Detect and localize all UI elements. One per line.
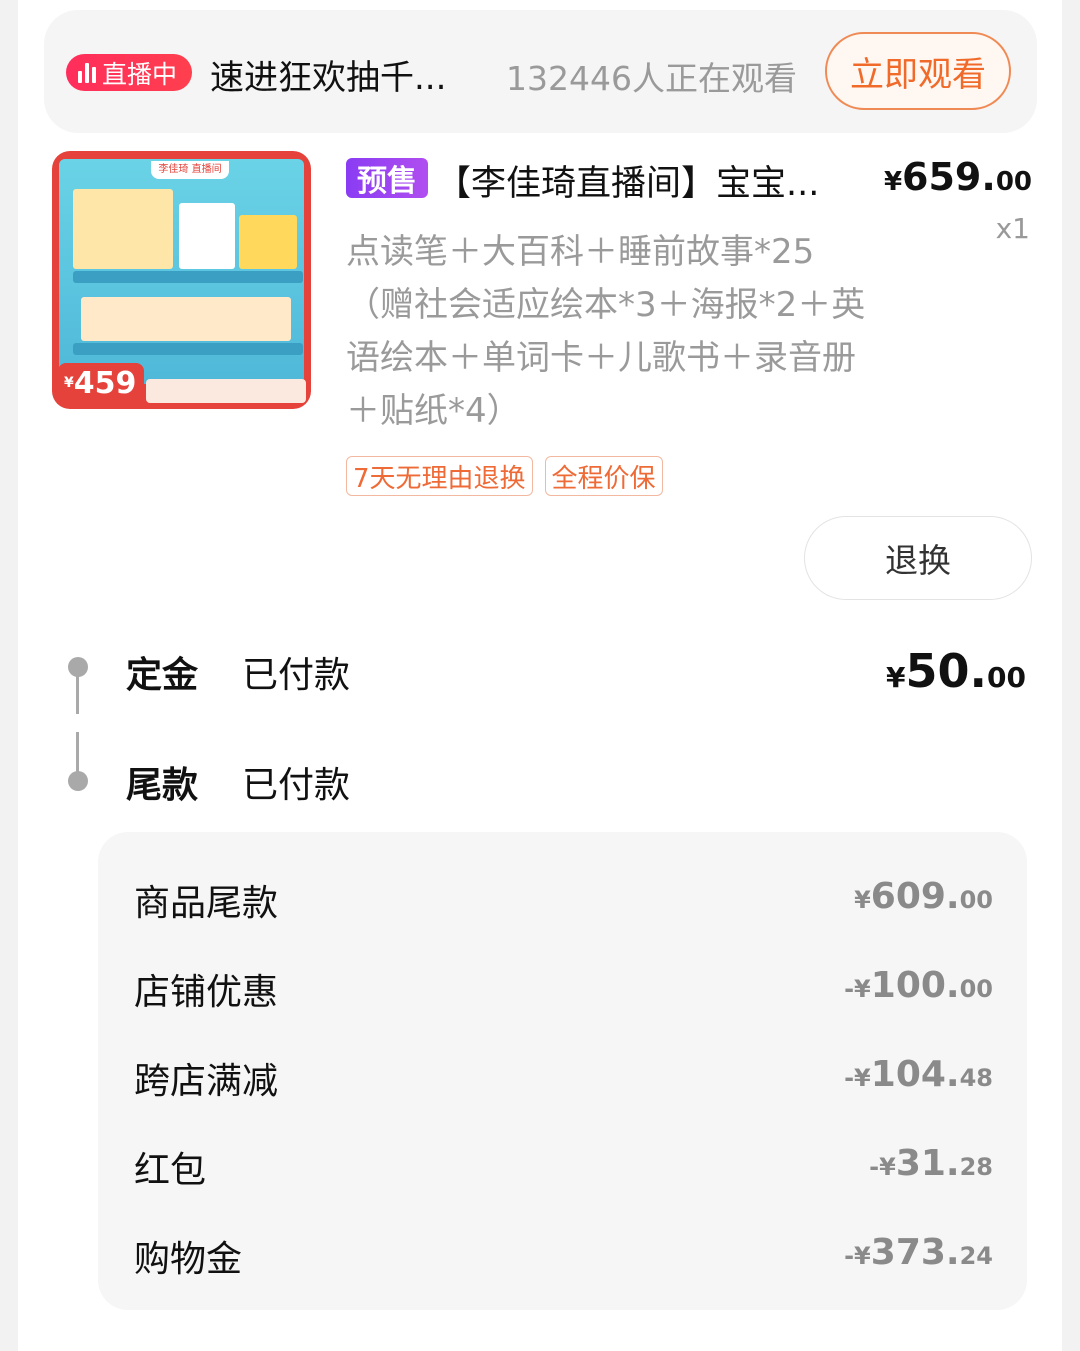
- breakdown-value: -¥31.28: [869, 1143, 993, 1184]
- book-illustration: [239, 215, 297, 269]
- product-price: ¥659.00: [884, 155, 1032, 199]
- live-title: 速进狂欢抽千...: [210, 58, 447, 98]
- breakdown-row: 跨店满减 -¥104.48: [98, 1044, 1027, 1104]
- breakdown-label: 店铺优惠: [134, 972, 279, 1013]
- deposit-cents: 00: [987, 661, 1026, 694]
- breakdown-integer: 31.: [895, 1143, 960, 1184]
- price-currency: ¥: [883, 167, 903, 197]
- price-integer: 659.: [902, 155, 996, 199]
- breakdown-cents: 24: [959, 1242, 993, 1270]
- breakdown-row: 红包 -¥31.28: [98, 1133, 1027, 1193]
- breakdown-row: 商品尾款 ¥609.00: [98, 866, 1027, 926]
- watch-now-button[interactable]: 立即观看: [825, 32, 1011, 110]
- image-price-symbol: ¥: [64, 375, 74, 391]
- product-image[interactable]: 李佳琦 直播间 ¥ 459: [52, 151, 311, 409]
- breakdown-currency: -¥: [869, 1153, 896, 1181]
- breakdown-integer: 609.: [870, 876, 960, 917]
- live-banner[interactable]: 直播中 速进狂欢抽千... 132446人正在观看 立即观看: [44, 10, 1037, 133]
- product-sku: 点读笔＋大百科＋睡前故事*25（赠社会适应绘本*3＋海报*2＋英语绘本＋单词卡＋…: [346, 232, 866, 431]
- shelf-illustration: [73, 343, 303, 355]
- breakdown-cents: 48: [959, 1064, 993, 1092]
- breakdown-value: -¥104.48: [844, 1054, 993, 1095]
- deposit-integer: 50.: [905, 644, 988, 698]
- image-price-tag: ¥ 459: [58, 363, 144, 403]
- deposit-currency: ¥: [886, 661, 906, 694]
- book-illustration: [73, 189, 173, 269]
- breakdown-integer: 104.: [870, 1054, 960, 1095]
- breakdown-label: 跨店满减: [134, 1061, 279, 1102]
- step-line: [76, 668, 79, 714]
- price-cents: 00: [995, 167, 1032, 197]
- breakdown-currency: -¥: [844, 1242, 871, 1270]
- service-tags: 7天无理由退换 全程价保: [346, 456, 663, 496]
- breakdown-currency: -¥: [844, 975, 871, 1003]
- refund-button[interactable]: 退换: [804, 516, 1032, 600]
- book-illustration: [81, 297, 291, 341]
- breakdown-cents: 28: [959, 1153, 993, 1181]
- balance-label: 尾款: [126, 765, 199, 806]
- service-tag-return: 7天无理由退换: [346, 456, 533, 496]
- breakdown-label: 商品尾款: [134, 883, 279, 924]
- book-illustration: [179, 203, 235, 269]
- image-price-strip: [146, 379, 306, 403]
- breakdown-cents: 00: [959, 975, 993, 1003]
- breakdown-label: 红包: [134, 1150, 207, 1191]
- breakdown-currency: ¥: [854, 886, 871, 914]
- live-badge: 直播中: [66, 54, 192, 91]
- live-badge-label: 直播中: [102, 59, 178, 89]
- step-line: [76, 732, 79, 774]
- breakdown-value: -¥373.24: [844, 1232, 993, 1273]
- image-price-value: 459: [73, 365, 137, 401]
- service-tag-price-protect: 全程价保: [544, 456, 663, 496]
- shelf-illustration: [73, 271, 303, 283]
- product-title[interactable]: 【李佳琦直播间】宝宝...: [436, 155, 866, 206]
- presale-tag: 预售: [346, 158, 428, 199]
- breakdown-currency: -¥: [844, 1064, 871, 1092]
- product-quantity: x1: [995, 212, 1030, 245]
- breakdown-integer: 100.: [870, 965, 960, 1006]
- breakdown-cents: 00: [959, 886, 993, 914]
- breakdown-value: ¥609.00: [854, 876, 993, 917]
- breakdown-row: 店铺优惠 -¥100.00: [98, 955, 1027, 1015]
- balance-status: 已付款: [242, 765, 351, 806]
- breakdown-row: 购物金 -¥373.24: [98, 1222, 1027, 1282]
- breakdown-integer: 373.: [870, 1232, 960, 1273]
- balance-breakdown: 商品尾款 ¥609.00 店铺优惠 -¥100.00 跨店满减 -¥104.48…: [98, 832, 1027, 1310]
- breakdown-label: 购物金: [134, 1239, 243, 1280]
- live-bars-icon: [78, 62, 96, 83]
- brand-logo-icon: 李佳琦 直播间: [151, 161, 229, 179]
- deposit-label: 定金: [126, 655, 199, 696]
- step-dot-balance: [68, 771, 88, 791]
- breakdown-value: -¥100.00: [844, 965, 993, 1006]
- deposit-status: 已付款: [242, 655, 351, 696]
- product-image-scene: 李佳琦 直播间: [59, 159, 304, 384]
- deposit-amount: ¥50.00: [886, 644, 1026, 698]
- live-viewer-count: 132446人正在观看: [506, 59, 797, 98]
